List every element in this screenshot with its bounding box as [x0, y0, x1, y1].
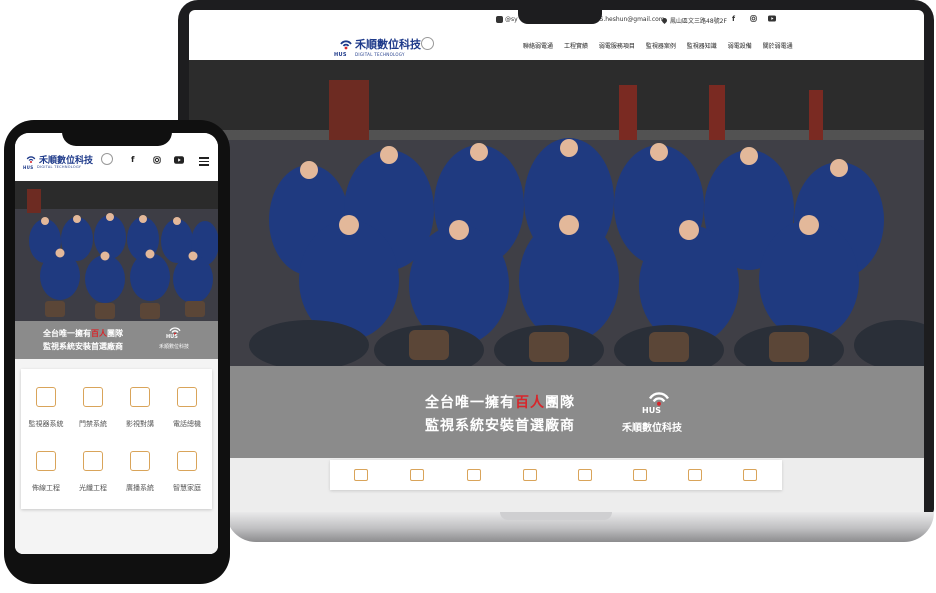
fiber-switch-icon	[83, 451, 103, 471]
mobile-services-card: 監視器系統 門禁系統 影視對講 電話總機 佈線工程 光纖工程 廣播系統 智慧家庭	[21, 369, 212, 509]
fiber-switch-icon[interactable]	[633, 469, 647, 481]
service-item-cctv[interactable]: 監視器系統	[24, 387, 68, 430]
nav-item-about[interactable]: 關於弱電通	[763, 43, 793, 50]
nav-item-contact[interactable]: 聯絡弱電通	[523, 43, 553, 50]
mobile-facebook-icon[interactable]: f	[131, 155, 134, 164]
mobile-banner-logo-abbr: HUS	[166, 334, 178, 340]
banner-wifi-logo-icon	[648, 392, 670, 406]
mobile-slogan-line-1: 全台唯一擁有百人團隊	[43, 329, 123, 338]
desktop-website: @sy HS.heshun@gmail.com 鳳山區文三路48號2F f 禾順…	[189, 10, 924, 512]
cctv-camera-icon[interactable]	[354, 469, 368, 481]
phone-switchboard-icon[interactable]	[523, 469, 537, 481]
mobile-banner-logo-name: 禾順數位科技	[159, 344, 190, 350]
mobile-slogan-line-2: 監視系統安裝首選廠商	[43, 342, 123, 351]
mobile-website: 禾順數位科技 HUS DIGITAL TECHNOLOGY f 全台唯一擁有百人…	[15, 133, 218, 554]
service-item-cabling[interactable]: 佈線工程	[24, 451, 68, 494]
email-link[interactable]: HS.heshun@gmail.com	[595, 16, 665, 23]
service-item-smart-home[interactable]: 智慧家庭	[165, 451, 209, 494]
wifi-logo-icon	[340, 40, 352, 50]
banner-logo-abbr: HUS	[642, 406, 661, 415]
logo-abbr: HUS	[334, 52, 347, 58]
service-item-fiber[interactable]: 光纖工程	[71, 451, 115, 494]
nav-item-equipment[interactable]: 弱電設備	[728, 43, 752, 50]
mobile-logo-abbr: HUS	[23, 165, 34, 170]
slogan-line-2: 監視系統安裝首選廠商	[425, 418, 575, 434]
phone-switchboard-icon	[177, 387, 197, 407]
hero-team-photo	[189, 60, 924, 366]
mobile-slogan-highlight: 百人	[91, 329, 107, 338]
service-item-broadcast[interactable]: 廣播系統	[118, 451, 162, 494]
line-contact[interactable]: @sy	[496, 16, 518, 23]
phone-notch	[62, 120, 172, 146]
network-cabling-icon	[36, 451, 56, 471]
nav-item-projects[interactable]: 工程實績	[564, 43, 588, 50]
line-icon	[496, 16, 503, 23]
mobile-youtube-icon[interactable]	[174, 156, 184, 164]
certification-badge-icon	[421, 37, 434, 50]
main-navigation: 禾順數位科技 HUS DIGITAL TECHNOLOGY 聯絡弱電通 工程實績…	[189, 30, 924, 61]
nav-links: 聯絡弱電通 工程實績 弱電服務項目 監視器案例 監視器知識 弱電設備 關於弱電通	[523, 41, 802, 50]
intercom-icon	[130, 387, 150, 407]
intercom-icon[interactable]	[467, 469, 481, 481]
service-item-phone-system[interactable]: 電話總機	[165, 387, 209, 430]
laptop-camera-notch	[518, 8, 602, 24]
map-pin-icon	[660, 16, 669, 25]
youtube-icon[interactable]	[768, 15, 776, 24]
facebook-icon[interactable]: f	[732, 15, 735, 23]
network-cabling-icon[interactable]	[578, 469, 592, 481]
logo-tagline: DIGITAL TECHNOLOGY	[355, 52, 405, 57]
smart-home-icon	[177, 451, 197, 471]
logo-name: 禾順數位科技	[355, 38, 421, 51]
instagram-icon[interactable]	[750, 15, 757, 24]
banner-logo-name: 禾順數位科技	[622, 423, 682, 434]
mobile-hero-team-photo	[15, 181, 218, 321]
nav-item-services[interactable]: 弱電服務項目	[599, 43, 635, 50]
slogan-line-1: 全台唯一擁有百人團隊	[425, 395, 575, 411]
nav-item-knowledge[interactable]: 監視器知識	[687, 43, 717, 50]
megaphone-icon[interactable]	[688, 469, 702, 481]
email-text: HS.heshun@gmail.com	[595, 16, 665, 23]
access-keypad-icon	[83, 387, 103, 407]
mobile-wifi-logo-icon	[26, 156, 36, 164]
megaphone-icon	[130, 451, 150, 471]
service-item-video-intercom[interactable]: 影視對講	[118, 387, 162, 430]
service-item-access-control[interactable]: 門禁系統	[71, 387, 115, 430]
mobile-logo-tagline: DIGITAL TECHNOLOGY	[37, 165, 82, 169]
address-info: 鳳山區文三路48號2F	[660, 16, 727, 25]
hamburger-menu-icon[interactable]	[199, 156, 209, 166]
services-strip	[330, 460, 782, 490]
slogan-banner	[189, 366, 924, 458]
mobile-certification-badge-icon	[101, 153, 113, 165]
cctv-camera-icon	[36, 387, 56, 407]
access-keypad-icon[interactable]	[410, 469, 424, 481]
laptop-opening-lip	[500, 512, 612, 520]
mobile-slogan-banner	[15, 321, 218, 359]
nav-item-cases[interactable]: 監視器案例	[646, 43, 676, 50]
slogan-highlight: 百人	[515, 395, 545, 411]
mobile-instagram-icon[interactable]	[153, 156, 161, 164]
smart-home-icon[interactable]	[743, 469, 757, 481]
